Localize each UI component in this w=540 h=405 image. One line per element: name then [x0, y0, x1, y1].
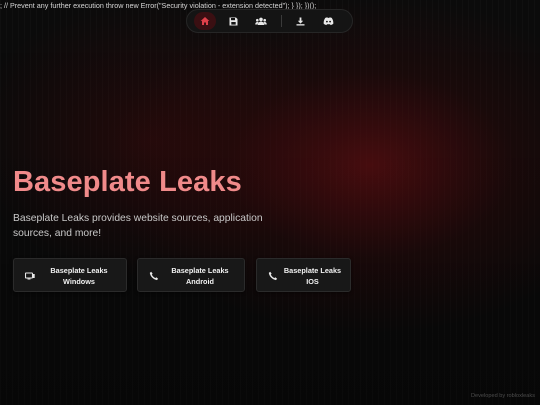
download-windows-button[interactable]: Baseplate Leaks Windows [13, 258, 127, 292]
home-icon [200, 17, 210, 25]
download-android-button[interactable]: Baseplate Leaks Android [137, 258, 245, 292]
monitor-icon [25, 272, 35, 280]
download-ios-title: Baseplate Leaks [283, 266, 342, 275]
download-ios-platform: IOS [306, 277, 319, 286]
footer-credit[interactable]: Developed by robloxleaks [471, 393, 535, 399]
hero-title: Baseplate Leaks [13, 166, 242, 198]
discord-icon [323, 16, 333, 25]
users-icon [255, 17, 267, 25]
nav-download-button[interactable] [289, 12, 311, 30]
phone-icon [268, 271, 278, 281]
nav-discord-button[interactable] [317, 12, 339, 30]
download-icon [296, 17, 304, 25]
phone-icon [149, 271, 159, 281]
download-windows-platform: Windows [63, 277, 95, 286]
nav-divider [281, 15, 282, 27]
nav-home-button[interactable] [194, 12, 216, 30]
save-icon [229, 17, 237, 25]
nav-save-button[interactable] [222, 12, 244, 30]
hero-description: Baseplate Leaks provides website sources… [13, 213, 263, 239]
download-ios-button[interactable]: Baseplate Leaks IOS [256, 258, 351, 292]
nav-users-button[interactable] [250, 12, 272, 30]
download-android-title: Baseplate Leaks [171, 266, 229, 275]
download-android-platform: Android [186, 277, 214, 286]
download-windows-title: Baseplate Leaks [50, 266, 108, 275]
top-navbar [186, 9, 353, 33]
